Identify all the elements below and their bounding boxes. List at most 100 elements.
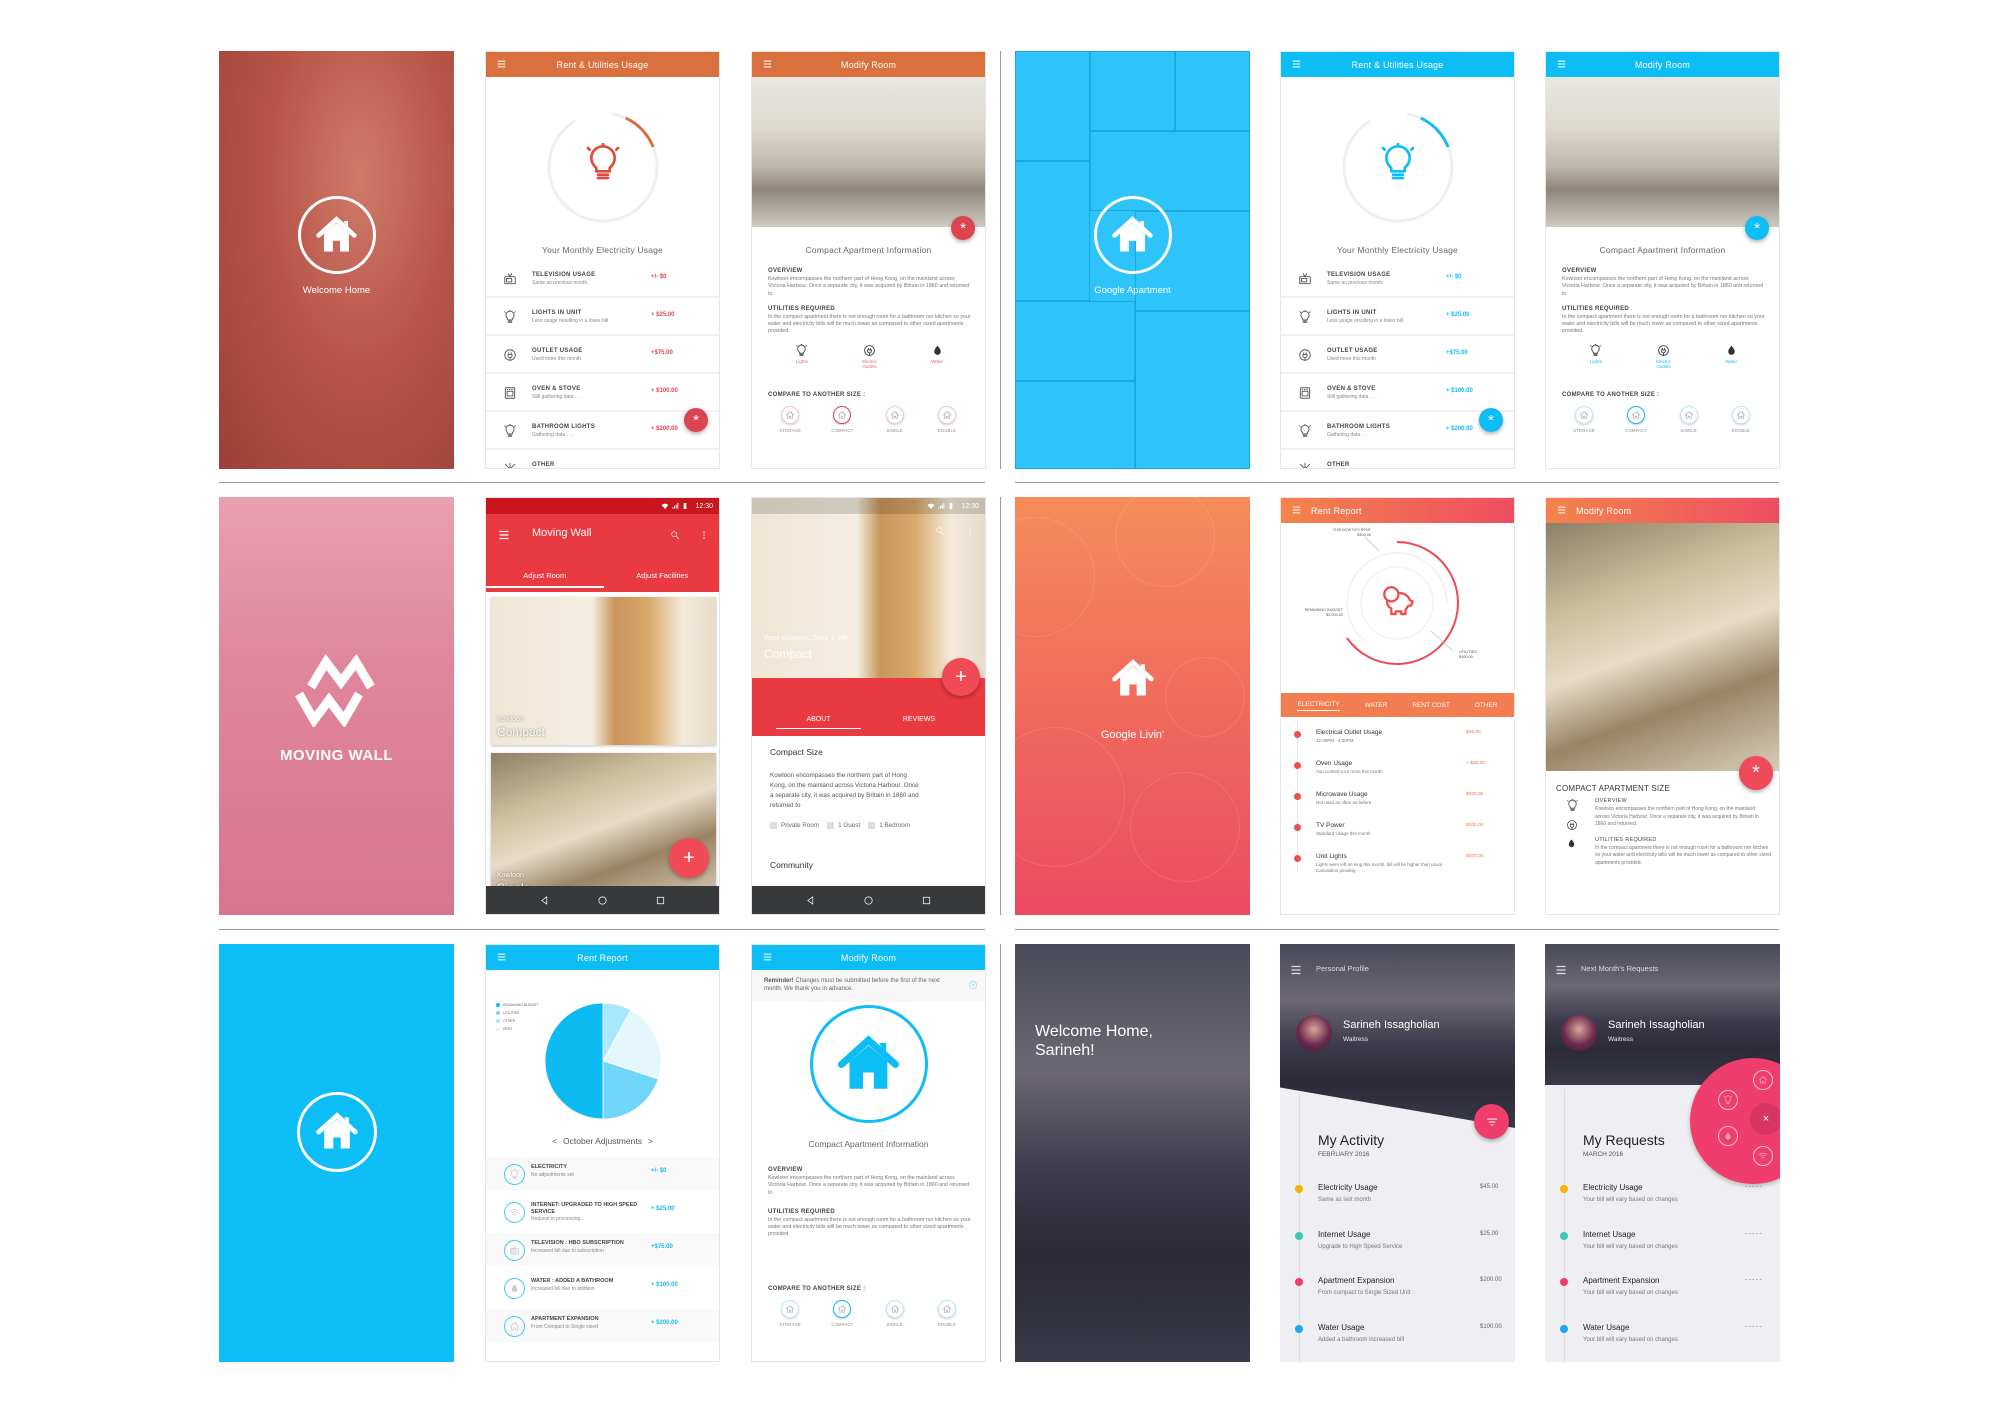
menu-icon[interactable]: [496, 59, 507, 69]
activity-item[interactable]: Apartment Expansion Your bill will vary b…: [1545, 1276, 1780, 1316]
outlet-icon: [1298, 348, 1312, 362]
decorative-circle: [1115, 497, 1215, 587]
usage-row[interactable]: OUTLET USAGE Used more this month +$75.00: [1281, 338, 1514, 374]
activity-item[interactable]: Water Usage Added a bathroom increased bi…: [1280, 1323, 1515, 1363]
size-option-storage[interactable]: STORAGE: [770, 406, 810, 433]
avatar[interactable]: [1561, 1015, 1597, 1051]
size-option-storage[interactable]: STORAGE: [1564, 406, 1604, 433]
size-option-single[interactable]: SINGLE: [875, 1300, 915, 1327]
item-value: - - - - -: [1745, 1323, 1762, 1330]
fab-button[interactable]: +: [669, 838, 709, 878]
room-card[interactable]: KowloonSingle: [491, 753, 716, 901]
activity-item[interactable]: Internet Usage Your bill will vary based …: [1545, 1230, 1780, 1270]
close-reminder-icon[interactable]: [968, 980, 978, 990]
dial-option-bulb[interactable]: [1718, 1090, 1738, 1110]
timeline-item[interactable]: Oven Usage You cooked a lot more this mon…: [1281, 759, 1514, 789]
menu-icon[interactable]: [1291, 505, 1302, 515]
screen-pie: Rent Report REMAINING BUDGET UTILITIES OTHE…: [485, 944, 720, 1362]
menu-icon[interactable]: [1556, 505, 1567, 515]
tab-reviews[interactable]: REVIEWS: [869, 716, 969, 728]
tab-adjust-room[interactable]: Adjust Room: [486, 571, 604, 588]
fab-button[interactable]: *: [1479, 408, 1503, 432]
menu-icon[interactable]: [496, 952, 507, 962]
fab-button[interactable]: *: [1739, 756, 1773, 790]
activity-item[interactable]: Electricity Usage Your bill will vary bas…: [1545, 1183, 1780, 1223]
dial-option-wifi[interactable]: [1753, 1146, 1773, 1166]
timeline-item[interactable]: Electrical Outlet Usage 12:00PM - 4:30PM $…: [1281, 728, 1514, 758]
timeline-item[interactable]: Microwave Usage Not used as often as befo…: [1281, 790, 1514, 820]
size-option-single[interactable]: SINGLE: [875, 406, 915, 433]
activity-item[interactable]: Electricity Usage Same as last month $45.0…: [1280, 1183, 1515, 1223]
fab-button[interactable]: *: [951, 216, 975, 240]
menu-icon[interactable]: [1556, 59, 1567, 69]
search-icon[interactable]: [935, 526, 945, 536]
tab-about[interactable]: ABOUT: [776, 716, 861, 729]
activity-item[interactable]: Water Usage Your bill will vary based on …: [1545, 1323, 1780, 1363]
back-icon[interactable]: [805, 895, 816, 906]
tab-adjust-facilities[interactable]: Adjust Facilities: [604, 571, 720, 586]
avatar[interactable]: [1296, 1015, 1332, 1051]
close-dial-button[interactable]: ×: [1750, 1103, 1780, 1135]
overview-label: OVERVIEW: [1595, 798, 1627, 804]
adjustment-row[interactable]: APARTMENT EXPANSION From Compact to Singl…: [486, 1309, 719, 1342]
size-option-single[interactable]: SINGLE: [1669, 406, 1709, 433]
menu-icon[interactable]: [498, 529, 510, 541]
next-month-button[interactable]: >: [648, 1136, 653, 1146]
card-name: Compact: [497, 725, 546, 739]
adjustment-row[interactable]: WATER : ADDED A BATHROOM Increased bill d…: [486, 1271, 719, 1304]
size-option-double[interactable]: DOUBLE: [1721, 406, 1761, 433]
size-option-compact[interactable]: COMPACT: [822, 1300, 862, 1327]
prev-month-button[interactable]: <: [552, 1136, 557, 1146]
size-option-storage[interactable]: STORAGE: [770, 1300, 810, 1327]
timeline-item[interactable]: Unit Lights Lights were left on long this…: [1281, 852, 1514, 882]
fab-button[interactable]: +: [942, 658, 980, 696]
usage-row[interactable]: OUTLET USAGE Used more this month +$75.00: [486, 338, 719, 374]
room-card[interactable]: Kowloon Compact: [491, 597, 716, 745]
activity-item[interactable]: Internet Usage Upgrade to High Speed Serv…: [1280, 1230, 1515, 1270]
menu-icon[interactable]: [1555, 964, 1567, 976]
usage-row[interactable]: TELEVISION USAGE Same as previous month. +…: [1281, 262, 1514, 298]
dial-option-drop[interactable]: [1718, 1126, 1738, 1146]
more-icon[interactable]: [965, 526, 975, 536]
tab-other[interactable]: OTHER: [1475, 700, 1498, 711]
tab-water[interactable]: WATER: [1365, 700, 1388, 711]
menu-icon[interactable]: [762, 952, 773, 962]
activity-item[interactable]: Apartment Expansion From compact to Singl…: [1280, 1276, 1515, 1316]
filter-button[interactable]: [1474, 1104, 1509, 1139]
size-option-double[interactable]: DOUBLE: [927, 1300, 967, 1327]
home-nav-icon[interactable]: [597, 895, 608, 906]
usage-row[interactable]: OVEN & STOVE Still gathering data . . . + …: [486, 376, 719, 412]
usage-row[interactable]: OTHER: [486, 452, 719, 468]
size-option-compact[interactable]: COMPACT: [1616, 406, 1656, 433]
more-icon[interactable]: [699, 530, 709, 540]
recents-icon[interactable]: [655, 895, 666, 906]
adjustment-row[interactable]: TELEVISION : HBO SUBSCRIPTION Increased b…: [486, 1233, 719, 1266]
amenity-checkbox[interactable]: [770, 822, 777, 829]
adjustment-row[interactable]: INTERNET: UPGRADED TO HIGH SPEED SERVICE…: [486, 1195, 719, 1228]
tab-electricity[interactable]: ELECTRICITY: [1297, 699, 1340, 711]
amenity-checkbox[interactable]: [868, 822, 876, 829]
fab-button[interactable]: *: [1745, 216, 1769, 240]
tab-rent-cost[interactable]: RENT COST: [1412, 700, 1449, 711]
usage-row[interactable]: LIGHTS IN UNIT Less usage resulting in a …: [486, 300, 719, 336]
usage-row[interactable]: LIGHTS IN UNIT Less usage resulting in a …: [1281, 300, 1514, 336]
usage-row[interactable]: OVEN & STOVE Still gathering data . . . + …: [1281, 376, 1514, 412]
search-icon[interactable]: [670, 530, 680, 540]
back-icon[interactable]: [539, 895, 550, 906]
size-option-compact[interactable]: COMPACT: [822, 406, 862, 433]
logo-wrap: [219, 196, 454, 274]
amenity-checkbox[interactable]: [827, 822, 835, 829]
usage-row[interactable]: TELEVISION USAGE Same as previous month. +…: [486, 262, 719, 298]
dial-option-house[interactable]: [1753, 1070, 1773, 1090]
menu-icon[interactable]: [762, 59, 773, 69]
usage-row[interactable]: OTHER: [1281, 452, 1514, 468]
recents-icon[interactable]: [921, 895, 932, 906]
adjustment-row[interactable]: ELECTRICITY No adjustments set +/- $0: [486, 1157, 719, 1190]
menu-icon[interactable]: [1291, 59, 1302, 69]
menu-icon[interactable]: [1290, 964, 1302, 976]
timeline-item[interactable]: TV Power Standard Usage this month $100.00: [1281, 821, 1514, 851]
size-option-double[interactable]: DOUBLE: [927, 406, 967, 433]
home-nav-icon[interactable]: [863, 895, 874, 906]
fab-button[interactable]: *: [684, 408, 708, 432]
app-header: Modify Room: [752, 945, 985, 970]
